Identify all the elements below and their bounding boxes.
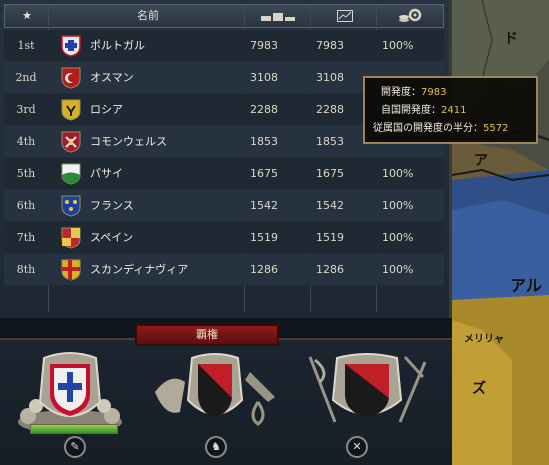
- rank-label: 7th: [16, 231, 36, 244]
- country-name[interactable]: スカンディナヴィア: [90, 254, 188, 285]
- tooltip-value: 7983: [421, 87, 447, 98]
- star-icon: ★: [22, 9, 32, 22]
- map-label-4: メリリャ: [464, 334, 504, 345]
- development-value: 7983: [250, 39, 278, 52]
- military-ability-icon[interactable]: ♞: [205, 436, 227, 458]
- tooltip-value: 2411: [441, 105, 467, 116]
- name-sort-button[interactable]: 名前: [51, 5, 245, 27]
- ranking-row-6[interactable]: 6th フランス 1542 1542 100%: [4, 190, 444, 221]
- map-label-5: ズ: [472, 381, 486, 397]
- ranking-header: ★ 名前: [4, 4, 444, 28]
- map-label-1: ド: [504, 31, 518, 47]
- total-development-value: 1675: [316, 167, 344, 180]
- military-hegemony-crest[interactable]: [150, 352, 280, 432]
- russia-shield-icon[interactable]: [61, 99, 81, 121]
- rank-label: 5th: [16, 167, 36, 180]
- rank-label: 1st: [17, 39, 35, 52]
- portugal-shield-icon[interactable]: [61, 35, 81, 57]
- total-development-sort-button[interactable]: [313, 5, 377, 27]
- ranking-row-1[interactable]: 1st ポルトガル 7983 7983 100%: [4, 30, 444, 61]
- country-name[interactable]: ポルトガル: [90, 30, 145, 61]
- map-label-2: ア: [474, 153, 488, 169]
- ranking-row-7[interactable]: 7th スペイン 1519 1519 100%: [4, 222, 444, 253]
- rank-label: 3rd: [16, 103, 36, 116]
- development-sort-button[interactable]: [247, 5, 311, 27]
- ranking-row-5[interactable]: 5th パサイ 1675 1675 100%: [4, 158, 444, 189]
- map-label-3: アル: [510, 276, 542, 295]
- scandinavia-shield-icon[interactable]: [61, 259, 81, 281]
- naval-hegemony-crest[interactable]: [305, 352, 430, 432]
- tooltip-label: 従属国の開発度の半分：: [373, 123, 483, 134]
- development-tooltip: 開発度：7983 自国開発度：2411 従属国の開発度の半分：5572: [363, 76, 538, 144]
- rank-sort-button[interactable]: ★: [5, 5, 49, 27]
- country-name[interactable]: フランス: [90, 190, 134, 221]
- rank-label: 4th: [16, 135, 36, 148]
- ranking-panel: ★ 名前 1st ポルトガル 7983 7983 100% 2nd オスマン 3…: [0, 0, 452, 318]
- development-value: 1853: [250, 135, 278, 148]
- hegemony-progress-fill: [31, 425, 117, 433]
- tooltip-label: 自国開発度：: [381, 105, 441, 116]
- development-value: 1675: [250, 167, 278, 180]
- total-development-value: 7983: [316, 39, 344, 52]
- development-value: 1542: [250, 199, 278, 212]
- ottoman-shield-icon[interactable]: [61, 67, 81, 89]
- development-value: 3108: [250, 71, 278, 84]
- rank-label: 8th: [16, 263, 36, 276]
- rank-label: 2nd: [15, 71, 37, 84]
- percentage-value: 100%: [382, 199, 414, 212]
- percentage-value: 100%: [382, 167, 414, 180]
- country-name[interactable]: ロシア: [90, 94, 123, 125]
- coins-gear-icon: [399, 8, 422, 22]
- percentage-value: 100%: [382, 263, 414, 276]
- hegemony-progress-bar: [30, 424, 118, 434]
- total-development-value: 1519: [316, 231, 344, 244]
- development-value: 1519: [250, 231, 278, 244]
- ranking-row-8[interactable]: 8th スカンディナヴィア 1286 1286 100%: [4, 254, 444, 285]
- development-value: 2288: [250, 103, 278, 116]
- world-map[interactable]: ド ア アル メリリャ ズ: [452, 0, 549, 465]
- country-name[interactable]: スペイン: [90, 222, 133, 253]
- subject-share-sort-button[interactable]: [379, 5, 443, 27]
- total-development-value: 1286: [316, 263, 344, 276]
- chart-icon: [337, 10, 353, 22]
- france-shield-icon[interactable]: [61, 195, 81, 217]
- pasai-shield-icon[interactable]: [61, 163, 81, 185]
- development-value: 1286: [250, 263, 278, 276]
- naval-ability-icon[interactable]: ✕: [346, 436, 368, 458]
- country-name[interactable]: パサイ: [90, 158, 123, 189]
- country-name[interactable]: オスマン: [90, 62, 134, 93]
- tooltip-value: 5572: [483, 123, 509, 134]
- tooltip-label: 開発度：: [381, 87, 421, 98]
- rank-label: 6th: [16, 199, 36, 212]
- name-header-label: 名前: [137, 9, 159, 22]
- development-bars-icon: [261, 13, 295, 21]
- percentage-value: 100%: [382, 231, 414, 244]
- percentage-value: 100%: [382, 39, 414, 52]
- country-name[interactable]: コモンウェルス: [90, 126, 167, 157]
- hegemony-title: 覇権: [135, 324, 279, 346]
- total-development-value: 1542: [316, 199, 344, 212]
- economic-ability-icon[interactable]: ✎: [64, 436, 86, 458]
- commonwealth-shield-icon[interactable]: [61, 131, 81, 153]
- spain-shield-icon[interactable]: [61, 227, 81, 249]
